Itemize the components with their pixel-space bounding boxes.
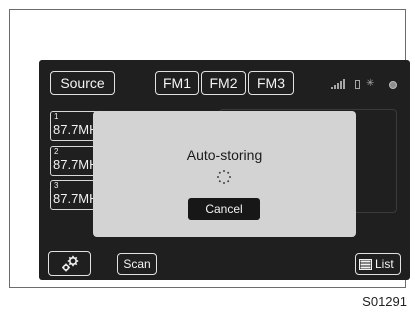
scan-button[interactable]: Scan bbox=[117, 253, 157, 275]
preset-frequency: 87.7MHz bbox=[53, 122, 97, 137]
band-fm3-button[interactable]: FM3 bbox=[248, 71, 294, 95]
preset-number: 2 bbox=[54, 147, 59, 156]
bluetooth-icon: ✳ bbox=[366, 78, 375, 89]
preset-number: 1 bbox=[54, 112, 59, 121]
auto-storing-dialog: Auto-storing Cancel bbox=[93, 111, 356, 237]
list-icon bbox=[359, 258, 372, 270]
preset-button-1[interactable]: 1 87.7MHz bbox=[50, 111, 98, 141]
band-fm2-button[interactable]: FM2 bbox=[201, 71, 246, 95]
loading-spinner-icon bbox=[217, 170, 231, 184]
preset-button-3[interactable]: 3 87.7MHz bbox=[50, 180, 98, 210]
list-button[interactable]: List bbox=[355, 253, 401, 275]
list-label: List bbox=[375, 257, 394, 271]
record-icon bbox=[389, 81, 397, 89]
cancel-button[interactable]: Cancel bbox=[188, 198, 260, 220]
preset-number: 3 bbox=[54, 181, 59, 190]
source-button[interactable]: Source bbox=[50, 71, 115, 95]
illustration-frame: Source FM1 FM2 FM3 ✳ 1 87.7MHz 2 87.7MHz… bbox=[9, 9, 410, 288]
gear-icon bbox=[61, 255, 78, 271]
preset-button-2[interactable]: 2 87.7MHz bbox=[50, 146, 98, 176]
dialog-message: Auto-storing bbox=[186, 147, 263, 163]
figure-code: S01291 bbox=[362, 294, 407, 309]
settings-button[interactable] bbox=[48, 251, 91, 276]
band-fm1-button[interactable]: FM1 bbox=[155, 71, 199, 95]
radio-screen: Source FM1 FM2 FM3 ✳ 1 87.7MHz 2 87.7MHz… bbox=[39, 60, 410, 280]
phone-battery-icon bbox=[355, 80, 360, 89]
signal-bars-icon bbox=[331, 79, 349, 89]
preset-frequency: 87.7MHz bbox=[53, 157, 97, 172]
preset-frequency: 87.7MHz bbox=[53, 191, 97, 206]
